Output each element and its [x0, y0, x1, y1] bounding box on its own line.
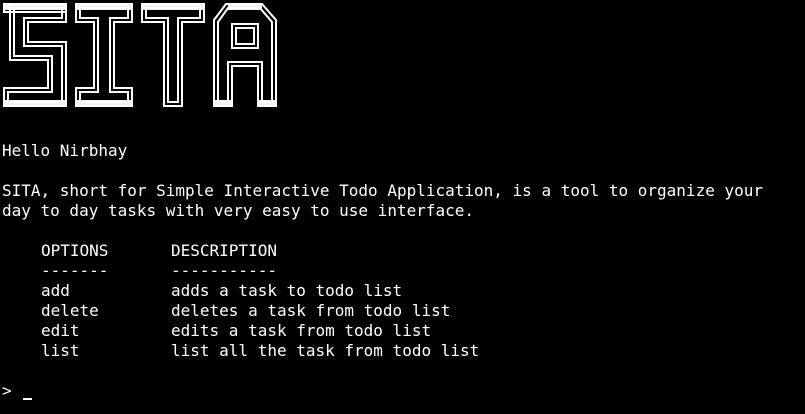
- option-delete-description: deletes a task from todo list: [171, 301, 451, 320]
- description-line-1: SITA, short for Simple Interactive Todo …: [2, 181, 763, 200]
- option-edit-description: edits a task from todo list: [171, 321, 432, 340]
- prompt-symbol: >: [2, 381, 12, 400]
- option-add-description: adds a task to todo list: [171, 281, 403, 300]
- option-list: list: [41, 341, 80, 360]
- description-line-2: day to day tasks with very easy to use i…: [2, 201, 475, 220]
- options-header: OPTIONS: [41, 241, 109, 260]
- option-list-description: list all the task from todo list: [171, 341, 480, 360]
- description-separator: -----------: [171, 261, 277, 280]
- cursor-icon: [23, 398, 33, 400]
- description-header: DESCRIPTION: [171, 241, 277, 260]
- option-add: add: [41, 281, 70, 300]
- greeting-text: Hello Nirbhay: [2, 141, 128, 160]
- command-prompt[interactable]: >: [2, 381, 33, 401]
- terminal-window: Hello Nirbhay SITA, short for Simple Int…: [0, 0, 805, 414]
- option-delete: delete: [41, 301, 99, 320]
- option-edit: edit: [41, 321, 80, 340]
- options-separator: -------: [41, 261, 109, 280]
- sita-ascii-banner: [3, 3, 277, 107]
